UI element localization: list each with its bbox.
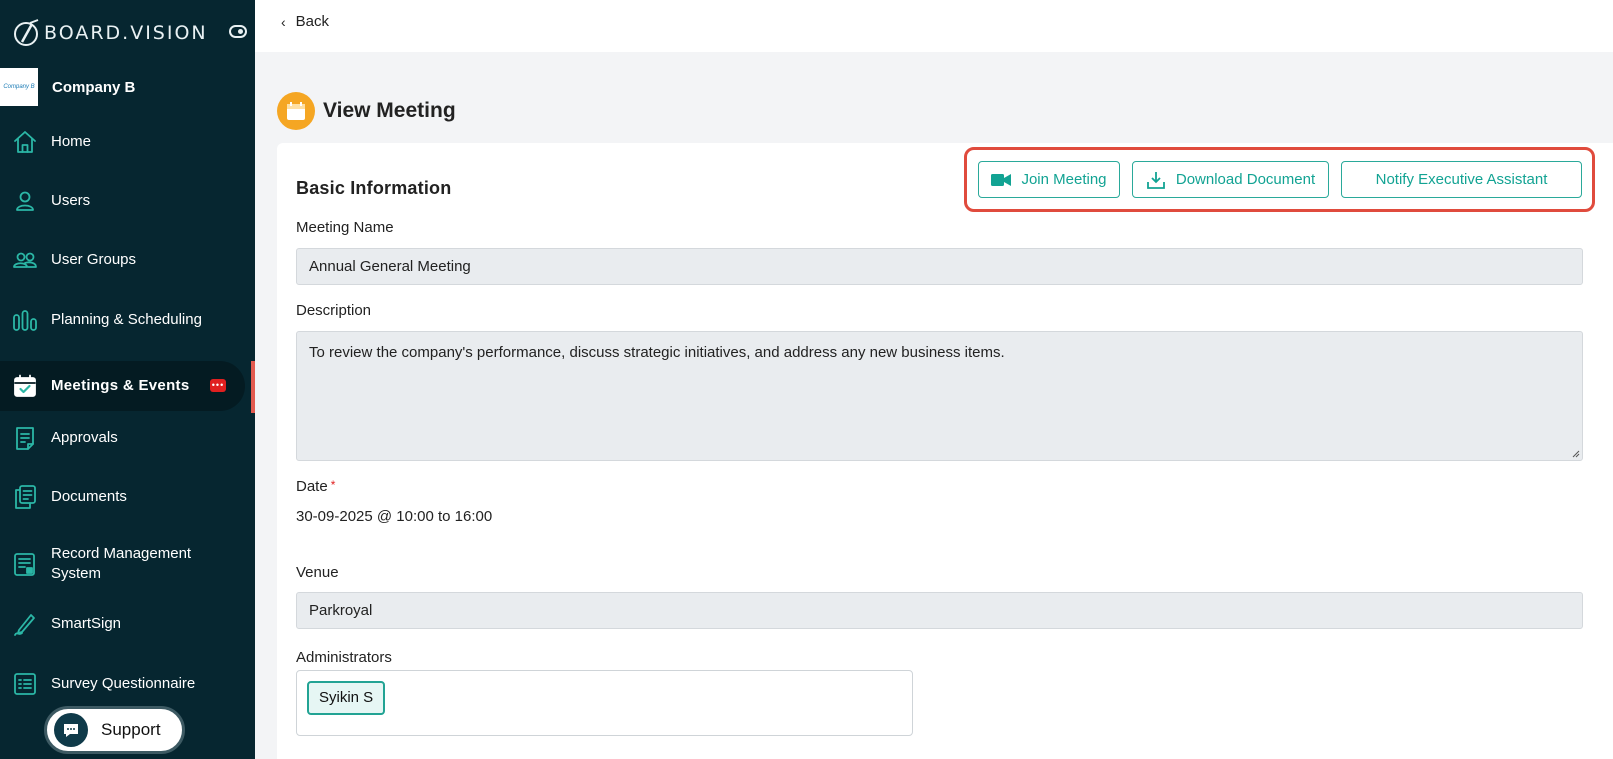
pen-icon <box>12 611 38 637</box>
survey-icon <box>12 671 38 697</box>
back-label: Back <box>295 13 330 30</box>
back-link[interactable]: ‹ Back <box>281 13 329 30</box>
sidebar: BOARD.VISION Company B Company B Home Us… <box>0 0 255 759</box>
date-label: Date * <box>296 478 335 495</box>
page-header: View Meeting <box>277 92 456 130</box>
join-meeting-button[interactable]: Join Meeting <box>978 161 1120 198</box>
sidebar-item-survey-questionnaire[interactable]: Survey Questionnaire <box>0 660 245 708</box>
company-switcher[interactable]: Company B Company B <box>0 67 255 107</box>
administrator-chip[interactable]: Syikin S <box>307 681 386 715</box>
planning-icon <box>12 307 38 333</box>
section-title: Basic Information <box>296 178 452 198</box>
sidebar-item-user-groups[interactable]: User Groups <box>0 236 245 284</box>
sidebar-item-label: Home <box>51 133 92 150</box>
support-chat-icon <box>54 713 88 747</box>
brand-name: BOARD.VISION <box>44 22 208 44</box>
sidebar-item-record-management[interactable]: Record Management System <box>0 534 245 594</box>
download-icon <box>1146 171 1165 189</box>
sidebar-item-label: Approvals <box>51 429 118 446</box>
company-name: Company B <box>52 78 136 96</box>
sidebar-item-meetings-events[interactable]: Meetings & Events ••• <box>0 361 245 411</box>
meeting-name-label: Meeting Name <box>296 219 394 236</box>
documents-icon <box>12 484 38 510</box>
sidebar-item-label: Record Management System <box>51 545 192 582</box>
top-bar <box>255 0 1613 52</box>
chevron-left-icon: ‹ <box>281 13 286 30</box>
sidebar-toggle-icon[interactable] <box>229 25 247 38</box>
description-label: Description <box>296 302 372 319</box>
page-title: View Meeting <box>323 99 456 122</box>
date-value: 30-09-2025 @ 10:00 to 16:00 <box>296 508 493 525</box>
support-button[interactable]: Support <box>44 706 185 754</box>
sidebar-item-home[interactable]: Home <box>0 118 245 166</box>
required-mark: * <box>330 478 336 492</box>
meeting-name-field[interactable]: Annual General Meeting <box>296 248 1583 285</box>
chat-badge-icon: ••• <box>210 379 226 392</box>
board-vision-logo-icon <box>12 18 42 48</box>
administrators-label: Administrators <box>296 649 392 666</box>
description-field[interactable]: To review the company's performance, dis… <box>296 331 1583 461</box>
user-group-icon <box>12 247 38 273</box>
sidebar-item-label: Planning & Scheduling <box>51 311 202 328</box>
home-icon <box>12 129 38 155</box>
administrators-field[interactable]: Syikin S <box>296 670 913 736</box>
download-document-button[interactable]: Download Document <box>1132 161 1329 198</box>
sidebar-item-label: Users <box>51 192 91 209</box>
active-indicator <box>251 361 255 413</box>
video-camera-icon <box>991 173 1012 186</box>
sidebar-item-label: SmartSign <box>51 615 122 632</box>
date-label-text: Date <box>296 478 328 495</box>
notify-executive-assistant-button[interactable]: Notify Executive Assistant <box>1341 161 1582 198</box>
sidebar-item-label: Survey Questionnaire <box>51 675 196 692</box>
sidebar-item-approvals[interactable]: Approvals <box>0 414 245 462</box>
support-label: Support <box>101 720 161 739</box>
resize-handle-icon[interactable] <box>1570 448 1580 458</box>
record-icon <box>12 551 38 577</box>
sidebar-item-label: Meetings & Events <box>51 377 190 394</box>
meeting-calendar-icon <box>277 92 315 130</box>
user-icon <box>12 188 38 214</box>
sidebar-item-label: Documents <box>51 488 127 505</box>
join-meeting-label: Join Meeting <box>1021 171 1107 188</box>
sidebar-item-label: User Groups <box>51 251 137 268</box>
venue-field[interactable]: Parkroyal <box>296 592 1583 629</box>
download-document-label: Download Document <box>1175 171 1316 188</box>
company-logo: Company B <box>0 68 38 106</box>
sidebar-item-users[interactable]: Users <box>0 177 245 225</box>
notify-executive-assistant-label: Notify Executive Assistant <box>1375 171 1548 188</box>
sidebar-item-smartsign[interactable]: SmartSign <box>0 600 245 648</box>
sidebar-item-planning-scheduling[interactable]: Planning & Scheduling <box>0 296 245 344</box>
sidebar-item-documents[interactable]: Documents <box>0 473 245 521</box>
venue-label: Venue <box>296 564 339 581</box>
approvals-icon <box>12 425 38 451</box>
description-text: To review the company's performance, dis… <box>309 344 1005 361</box>
brand-logo[interactable]: BOARD.VISION <box>12 16 208 50</box>
calendar-check-icon <box>12 373 38 399</box>
